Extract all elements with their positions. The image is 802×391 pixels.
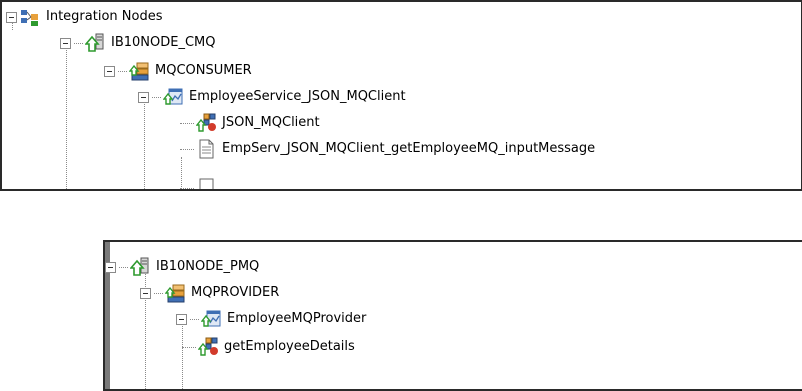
tree-item-getemployeedetails[interactable]: getEmployeeDetails — [182, 334, 355, 360]
tree-item-mqconsumer[interactable]: MQCONSUMER — [104, 58, 252, 84]
tree-item-label: Integration Nodes — [46, 9, 163, 24]
tree-item-label: getEmployeeDetails — [224, 339, 355, 354]
tree-item-clipped — [180, 175, 222, 189]
tree-item-label: IB10NODE_PMQ — [156, 259, 260, 274]
tree-item-json-mqclient[interactable]: JSON_MQClient — [180, 110, 320, 136]
tree-item-label: EmployeeService_JSON_MQClient — [189, 89, 406, 104]
tree-item-label: EmpServ_JSON_MQClient_getEmployeeMQ_inpu… — [222, 141, 596, 156]
collapse-toggle[interactable] — [60, 37, 71, 49]
tree-item-mqprovider[interactable]: MQPROVIDER — [140, 280, 279, 306]
integration-server-icon — [165, 283, 185, 303]
tree-item-label: MQPROVIDER — [191, 285, 280, 300]
tree-item-label: JSON_MQClient — [222, 115, 320, 130]
tree-item-label: MQCONSUMER — [155, 63, 252, 78]
application-icon — [201, 309, 221, 329]
integration-nodes-icon — [20, 7, 40, 27]
collapse-toggle[interactable] — [105, 261, 116, 273]
collapse-toggle[interactable] — [176, 313, 187, 325]
integration-server-icon — [129, 61, 149, 81]
integration-node-icon — [85, 33, 105, 53]
tree-item-ib10node-cmq[interactable]: IB10NODE_CMQ — [60, 30, 216, 56]
collapse-toggle[interactable] — [6, 11, 17, 23]
tree-item-label: IB10NODE_CMQ — [111, 35, 216, 50]
message-flow-icon — [198, 337, 218, 357]
tree-item-employeemqprovider[interactable]: EmployeeMQProvider — [176, 306, 366, 332]
tree-item-empserv-input-message[interactable]: EmpServ_JSON_MQClient_getEmployeeMQ_inpu… — [180, 136, 595, 162]
collapse-toggle[interactable] — [140, 287, 151, 299]
tree-line — [66, 48, 67, 189]
tree-item-employeeservice-json-mqclient[interactable]: EmployeeService_JSON_MQClient — [138, 84, 406, 110]
collapse-toggle[interactable] — [104, 65, 115, 77]
tree-panel-provider: IB10NODE_PMQ MQPROVIDER EmployeeMQProvid… — [103, 240, 802, 391]
application-icon — [163, 87, 183, 107]
document-icon — [196, 178, 216, 189]
tree-item-ib10node-pmq[interactable]: IB10NODE_PMQ — [105, 254, 259, 280]
document-icon — [196, 139, 216, 159]
message-flow-icon — [196, 113, 216, 133]
tree-item-integration-nodes[interactable]: Integration Nodes — [6, 4, 162, 30]
tree-line — [144, 104, 145, 189]
integration-node-icon — [130, 257, 150, 277]
collapse-toggle[interactable] — [138, 91, 149, 103]
tree-panel-consumer: Integration Nodes IB10NODE_CMQ MQCONSUME… — [0, 0, 802, 191]
tree-item-label: EmployeeMQProvider — [227, 311, 367, 326]
